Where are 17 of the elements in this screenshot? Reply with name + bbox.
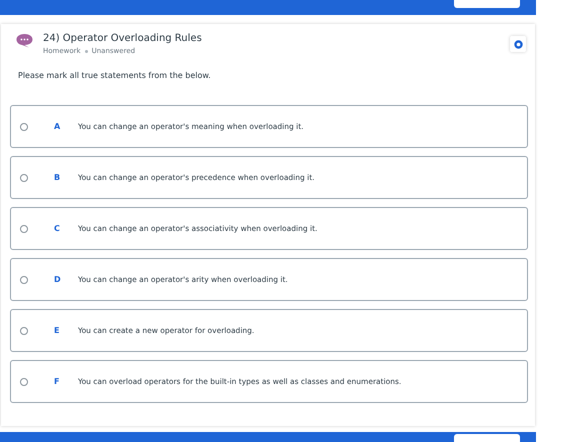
ring-icon [514, 40, 522, 48]
option-letter: C [54, 224, 61, 233]
radio-button[interactable] [20, 122, 28, 130]
question-title: 24) Operator Overloading Rules [43, 33, 202, 44]
chat-bubble-icon [16, 33, 33, 48]
option-letter: B [54, 173, 62, 182]
pin-button[interactable] [510, 36, 526, 52]
radio-button[interactable] [20, 378, 28, 386]
option-letter: D [54, 275, 62, 284]
option-letter: E [54, 326, 60, 335]
question-prompt: Please mark all true statements from the below. [18, 71, 212, 80]
option-letter: A [54, 122, 62, 131]
radio-button[interactable] [20, 326, 28, 334]
radio-button[interactable] [20, 174, 28, 182]
radio-button[interactable] [20, 276, 28, 284]
option-letter: F [54, 377, 60, 386]
radio-button[interactable] [20, 224, 28, 232]
